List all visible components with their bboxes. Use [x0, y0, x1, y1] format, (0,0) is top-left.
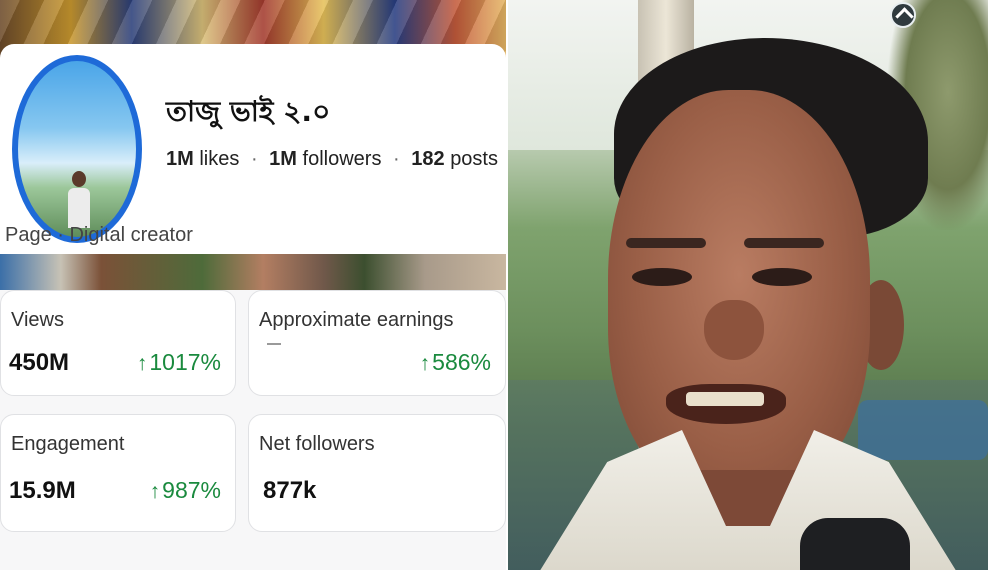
insight-label: Approximate earnings	[259, 309, 454, 331]
posts-label: posts	[450, 148, 498, 170]
arrow-up-icon: ↑	[136, 352, 148, 375]
microphone	[800, 518, 910, 570]
news-channel-logo-icon	[890, 2, 916, 28]
followers-count: 1M	[269, 148, 297, 170]
insight-label: Views	[11, 309, 64, 331]
page-category: Page · Digital creator	[5, 224, 193, 246]
insight-change: ↑987%	[149, 477, 221, 503]
insight-card-views[interactable]: Views 450M ↑1017%	[0, 290, 236, 396]
insight-value-placeholder	[267, 343, 281, 345]
page-stats: 1M likes · 1M followers · 182 posts	[166, 148, 498, 171]
stats-separator: ·	[250, 148, 258, 170]
insight-card-net-followers[interactable]: Net followers 877k	[248, 414, 506, 532]
insights-grid: Views 450M ↑1017% Approximate earnings ↑…	[0, 290, 506, 570]
likes-count: 1M	[166, 148, 194, 170]
cover-photo-strip	[0, 254, 506, 290]
followers-label: followers	[302, 148, 382, 170]
avatar-person-figure	[68, 171, 90, 231]
insight-card-earnings[interactable]: Approximate earnings ↑586%	[248, 290, 506, 396]
profile-avatar[interactable]	[12, 55, 142, 243]
profile-header: তাজু ভাই ২.০ 1M likes · 1M followers · 1…	[0, 44, 506, 254]
likes-label: likes	[199, 148, 240, 170]
interview-video-still	[508, 0, 988, 570]
posts-count: 182	[411, 148, 445, 170]
insight-value: 877k	[263, 477, 317, 504]
insight-card-engagement[interactable]: Engagement 15.9M ↑987%	[0, 414, 236, 532]
insight-label: Engagement	[11, 433, 125, 455]
arrow-up-icon: ↑	[419, 352, 431, 375]
arrow-up-icon: ↑	[149, 480, 161, 503]
facebook-page-screenshot: তাজু ভাই ২.০ 1M likes · 1M followers · 1…	[0, 0, 506, 570]
insight-value: 15.9M	[9, 477, 76, 504]
insight-value: 450M	[9, 349, 70, 376]
insight-label: Net followers	[259, 433, 375, 455]
insight-change: ↑1017%	[136, 349, 221, 375]
stats-separator: ·	[393, 148, 400, 170]
page-name[interactable]: তাজু ভাই ২.০	[166, 90, 330, 137]
insight-change: ↑586%	[419, 349, 491, 375]
